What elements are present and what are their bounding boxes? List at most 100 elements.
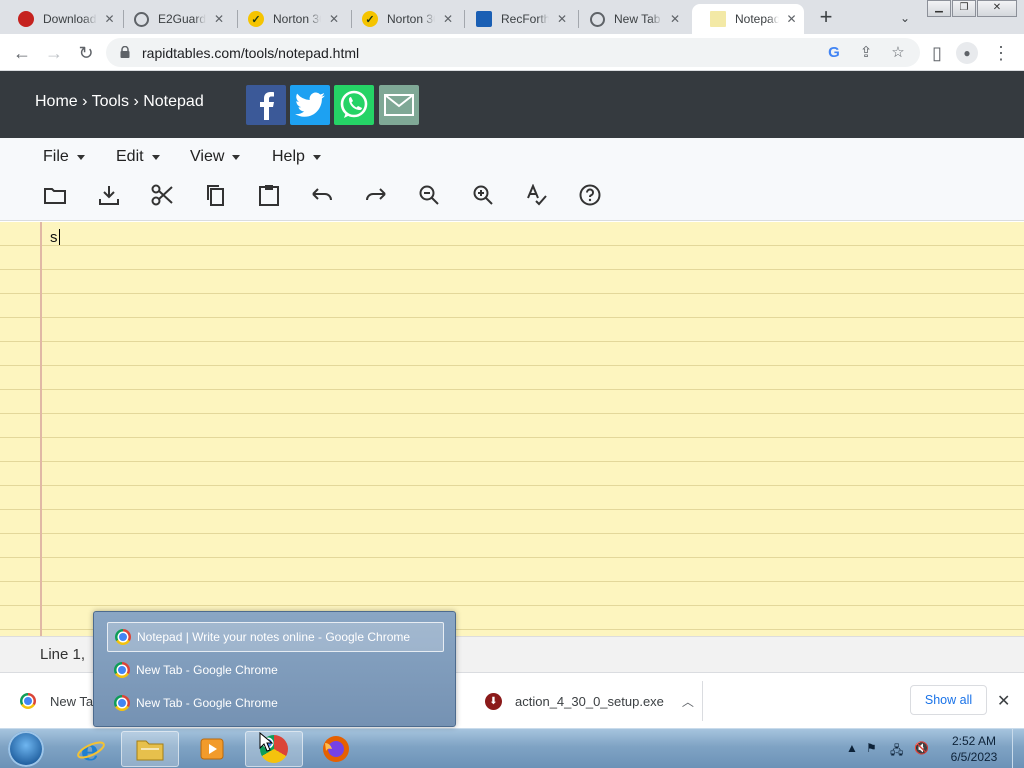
tab-strip: Download ✕ E2Guardian ✕ ✓ Norton 360 ✕ ✓… xyxy=(0,0,1024,34)
forward-arrow-icon[interactable]: → xyxy=(41,40,67,66)
menu-edit[interactable]: Edit xyxy=(116,148,160,166)
help-icon[interactable] xyxy=(578,183,602,207)
tab-e2guardian[interactable]: E2Guardian ✕ xyxy=(116,4,236,34)
close-tab-icon[interactable]: ✕ xyxy=(785,12,798,26)
firefox-button[interactable] xyxy=(307,731,365,767)
download-item-new-tab[interactable]: New Tab xyxy=(20,673,100,729)
note-content[interactable]: s xyxy=(50,229,60,246)
tab-search-chevron-icon[interactable]: ⌄ xyxy=(893,7,917,29)
start-button[interactable] xyxy=(8,731,44,767)
back-arrow-icon[interactable]: ← xyxy=(9,40,35,66)
caret-down-icon xyxy=(232,154,241,160)
menu-view[interactable]: View xyxy=(190,148,241,166)
browser-toolbar: ← → ↻ rapidtables.com/tools/notepad.html… xyxy=(0,34,1024,71)
share-icon[interactable]: ⇪ xyxy=(856,43,876,63)
chevron-up-icon[interactable]: ︿ xyxy=(682,693,694,710)
explorer-button[interactable] xyxy=(121,731,179,767)
tab-norton-2[interactable]: ✓ Norton 360 ✕ xyxy=(344,4,464,34)
download-warning-icon: ⬇ xyxy=(485,692,502,710)
caret-down-icon xyxy=(312,154,321,160)
undo-icon[interactable] xyxy=(310,183,334,207)
breadcrumb-tools[interactable]: Tools xyxy=(92,93,129,110)
redo-icon[interactable] xyxy=(364,183,388,207)
notepad-textarea[interactable]: s xyxy=(0,222,1024,636)
new-tab-button[interactable]: + xyxy=(812,6,840,30)
breadcrumb: Home › Tools › Notepad xyxy=(35,93,204,110)
internet-explorer-button[interactable]: e xyxy=(62,731,120,767)
system-clock[interactable]: 2:52 AM 6/5/2023 xyxy=(944,733,1004,765)
menu-file[interactable]: File xyxy=(43,148,85,166)
copy-icon[interactable] xyxy=(203,183,227,207)
text-cursor xyxy=(58,229,60,245)
network-icon[interactable]: 🖧 xyxy=(890,741,903,762)
tab-new-tab[interactable]: New Tab ✕ xyxy=(572,4,692,34)
ie-icon: e xyxy=(77,734,105,764)
chrome-icon xyxy=(114,662,130,678)
app-menubar: File Edit View Help xyxy=(0,138,1024,221)
media-player-icon xyxy=(200,738,224,760)
close-tab-icon[interactable]: ✕ xyxy=(212,12,226,26)
chrome-menu-icon[interactable]: ⋮ xyxy=(988,40,1014,66)
chrome-icon xyxy=(590,11,605,27)
close-tab-icon[interactable]: ✕ xyxy=(327,12,341,26)
menu-help[interactable]: Help xyxy=(272,148,321,166)
media-player-button[interactable] xyxy=(183,731,241,767)
paste-icon[interactable] xyxy=(257,183,281,207)
profile-avatar-icon[interactable]: ● xyxy=(956,42,978,64)
tray-expand-icon[interactable]: ▲ xyxy=(846,741,858,755)
url-text[interactable]: rapidtables.com/tools/notepad.html xyxy=(142,45,359,61)
address-bar[interactable]: rapidtables.com/tools/notepad.html G ⇪ ☆ xyxy=(106,38,920,67)
action-center-flag-icon[interactable]: ⚑ xyxy=(866,741,877,755)
globe-icon xyxy=(134,11,149,27)
zoom-in-icon[interactable] xyxy=(471,183,495,207)
lock-icon[interactable] xyxy=(120,46,130,58)
twitter-share-button[interactable] xyxy=(290,85,330,125)
caret-down-icon xyxy=(151,154,160,160)
minimize-button[interactable]: ▁ xyxy=(927,0,951,17)
facebook-icon xyxy=(260,92,274,120)
close-window-button[interactable]: ✕ xyxy=(977,0,1017,17)
chrome-icon xyxy=(20,693,36,709)
volume-muted-icon[interactable]: 🔇 xyxy=(914,741,929,755)
download-favicon-icon xyxy=(18,11,34,27)
chrome-taskbar-button[interactable] xyxy=(245,731,303,767)
chrome-icon xyxy=(114,695,130,711)
restore-button[interactable]: ❐ xyxy=(952,0,976,17)
close-tab-icon[interactable]: ✕ xyxy=(441,12,455,26)
close-tab-icon[interactable]: ✕ xyxy=(555,12,569,26)
folder-icon xyxy=(136,740,164,761)
tab-norton-1[interactable]: ✓ Norton 360 ✕ xyxy=(230,4,350,34)
close-shelf-icon[interactable]: ✕ xyxy=(997,691,1010,711)
email-share-button[interactable] xyxy=(379,85,419,125)
close-tab-icon[interactable]: ✕ xyxy=(103,12,116,26)
breadcrumb-home[interactable]: Home xyxy=(35,93,78,110)
window-list-item-new-tab[interactable]: New Tab - Google Chrome xyxy=(107,688,444,718)
show-all-button[interactable]: Show all xyxy=(910,685,987,715)
open-folder-icon[interactable] xyxy=(43,183,67,207)
window-list-item-new-tab[interactable]: New Tab - Google Chrome xyxy=(107,655,444,685)
close-tab-icon[interactable]: ✕ xyxy=(668,12,682,26)
tab-download[interactable]: Download ✕ xyxy=(0,4,122,34)
caret-down-icon xyxy=(76,154,85,160)
chrome-window-list-popup: Notepad | Write your notes online - Goog… xyxy=(93,611,456,727)
tab-notepad[interactable]: Notepad ✕ xyxy=(692,4,804,34)
facebook-share-button[interactable] xyxy=(246,85,286,125)
norton-check-icon: ✓ xyxy=(362,11,378,27)
spellcheck-icon[interactable] xyxy=(525,183,549,207)
zoom-out-icon[interactable] xyxy=(417,183,441,207)
recforth-icon xyxy=(476,11,492,27)
reload-icon[interactable]: ↻ xyxy=(73,40,99,66)
window-list-item-notepad[interactable]: Notepad | Write your notes online - Goog… xyxy=(107,622,444,652)
cut-icon[interactable] xyxy=(150,183,174,207)
side-panel-icon[interactable]: ▯ xyxy=(924,40,950,66)
tab-recforth[interactable]: RecForth ✕ xyxy=(458,4,578,34)
whatsapp-share-button[interactable] xyxy=(334,85,374,125)
bookmark-star-icon[interactable]: ☆ xyxy=(888,43,908,63)
show-desktop-button[interactable] xyxy=(1012,729,1024,768)
firefox-icon xyxy=(323,736,349,762)
mouse-cursor-icon xyxy=(259,732,273,752)
google-g-icon[interactable]: G xyxy=(824,43,844,63)
download-item-setup[interactable]: ⬇ action_4_30_0_setup.exe ︿ xyxy=(485,673,694,729)
download-icon[interactable] xyxy=(97,183,121,207)
whatsapp-icon xyxy=(340,90,368,118)
